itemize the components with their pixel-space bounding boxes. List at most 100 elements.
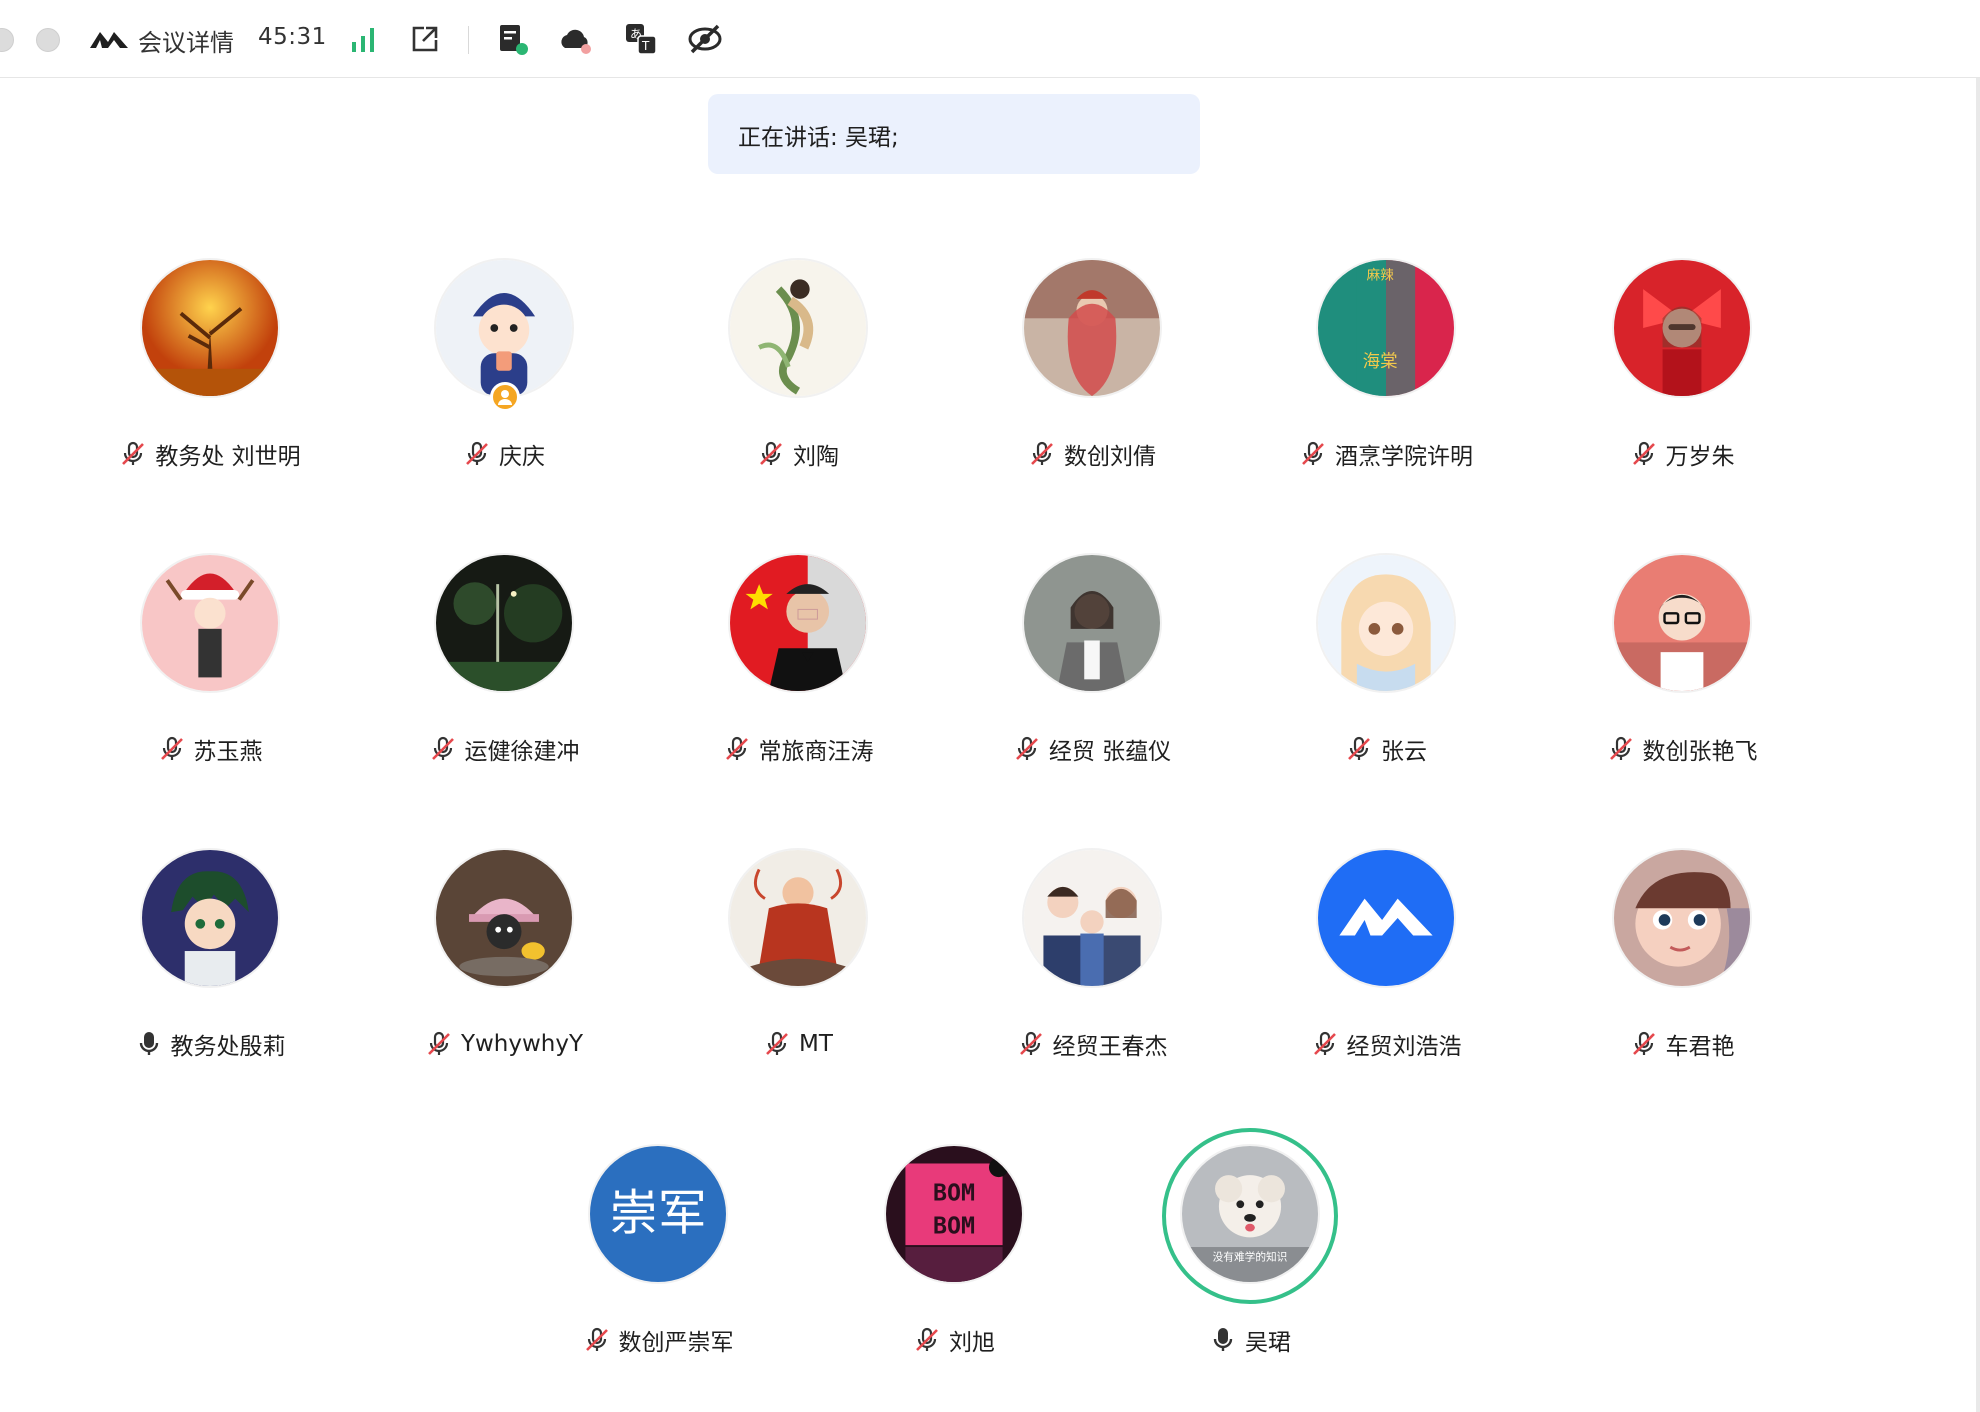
speaking-indicator-ring: [1162, 1128, 1338, 1304]
microphone-muted-icon: [723, 735, 751, 763]
participant-name: 酒烹学院许明: [1335, 444, 1473, 470]
participant-name-row: 万岁朱: [1552, 436, 1812, 472]
participant-name-row: 数创刘倩: [962, 436, 1222, 472]
participant-name: 刘旭: [949, 1330, 995, 1356]
svg-text:BOM: BOM: [933, 1212, 975, 1239]
participant-name-row: 刘陶: [668, 436, 928, 472]
microphone-on-icon: [1209, 1326, 1237, 1354]
participant-tile[interactable]: 数创张艳飞: [1552, 553, 1812, 773]
participant-tile[interactable]: 张云: [1256, 553, 1516, 773]
participant-tile[interactable]: BOM BOM 刘旭: [824, 1144, 1084, 1364]
document-icon[interactable]: [494, 20, 532, 58]
participant-name: MT: [799, 1031, 833, 1057]
window-minimize-button[interactable]: [36, 28, 60, 52]
participant-name-row: 车君艳: [1552, 1026, 1812, 1062]
participant-name: YwhywhyY: [460, 1031, 584, 1057]
participant-name-row: 庆庆: [374, 436, 634, 472]
participant-avatar[interactable]: [728, 848, 868, 988]
participant-avatar[interactable]: [1022, 258, 1162, 398]
participant-name: 刘陶: [793, 444, 839, 470]
avatar-initials: 崇军: [609, 1186, 706, 1242]
participant-tile[interactable]: YwhywhyY: [374, 848, 634, 1068]
microphone-muted-icon: [1607, 735, 1635, 763]
participant-tile[interactable]: 庆庆: [374, 258, 634, 478]
participant-name-row: 数创张艳飞: [1552, 731, 1812, 767]
meeting-details-title[interactable]: 会议详情: [138, 23, 234, 58]
participant-name-row: 刘旭: [824, 1322, 1084, 1358]
microphone-muted-icon: [463, 440, 491, 468]
cloud-record-icon[interactable]: [556, 20, 594, 58]
participant-name: 教务处 刘世明: [155, 444, 301, 470]
participant-name: 经贸 张蕴仪: [1048, 739, 1172, 765]
microphone-muted-icon: [583, 1326, 611, 1354]
microphone-muted-icon: [429, 735, 457, 763]
microphone-muted-icon: [1013, 735, 1041, 763]
participant-avatar[interactable]: [1612, 258, 1752, 398]
microphone-muted-icon: [1299, 440, 1327, 468]
participant-avatar[interactable]: [1316, 848, 1456, 988]
share-out-icon[interactable]: [406, 20, 444, 58]
participant-avatar[interactable]: [434, 553, 574, 693]
window-close-button[interactable]: [0, 28, 14, 52]
participant-avatar[interactable]: [140, 258, 280, 398]
participant-tile[interactable]: 经贸 张蕴仪: [962, 553, 1222, 773]
participant-avatar[interactable]: [1612, 553, 1752, 693]
microphone-muted-icon: [1630, 440, 1658, 468]
participant-tile[interactable]: 麻辣 海棠 酒烹学院许明: [1256, 258, 1516, 478]
participant-tile[interactable]: 万岁朱: [1552, 258, 1812, 478]
participant-tile[interactable]: 苏玉燕: [80, 553, 340, 773]
participant-name: 苏玉燕: [193, 739, 263, 765]
participant-tile[interactable]: 教务处 刘世明: [80, 258, 340, 478]
participant-tile[interactable]: 常旅商汪涛: [668, 553, 928, 773]
participant-tile[interactable]: MT: [668, 848, 928, 1068]
participant-avatar[interactable]: 麻辣 海棠: [1316, 258, 1456, 398]
translate-icon[interactable]: あT: [622, 20, 660, 58]
participant-name: 车君艳: [1665, 1034, 1735, 1060]
participant-avatar[interactable]: [434, 258, 574, 398]
participant-tile[interactable]: 数创刘倩: [962, 258, 1222, 478]
microphone-muted-icon: [119, 440, 147, 468]
microphone-muted-icon: [763, 1030, 791, 1058]
host-badge-icon: [490, 382, 520, 412]
toolbar-divider: [468, 26, 469, 54]
participant-name-row: 教务处 刘世明: [80, 436, 340, 472]
scrollbar[interactable]: [1976, 78, 1980, 1412]
participant-avatar[interactable]: 崇军: [588, 1144, 728, 1284]
hide-view-icon[interactable]: [686, 20, 724, 58]
active-speaker-banner: 正在讲话: 吴珺;: [708, 94, 1200, 174]
participant-tile[interactable]: 经贸刘浩浩: [1256, 848, 1516, 1068]
microphone-muted-icon: [1017, 1030, 1045, 1058]
participant-avatar[interactable]: [140, 848, 280, 988]
participant-name-row: 常旅商汪涛: [668, 731, 928, 767]
participant-avatar[interactable]: [1612, 848, 1752, 988]
participant-avatar[interactable]: [728, 258, 868, 398]
microphone-muted-icon: [1028, 440, 1056, 468]
signal-strength-icon[interactable]: [344, 20, 382, 58]
participant-avatar[interactable]: [728, 553, 868, 693]
participant-avatar[interactable]: [140, 553, 280, 693]
participant-avatar[interactable]: [1316, 553, 1456, 693]
participant-name: 万岁朱: [1665, 444, 1735, 470]
participant-name: 数创张艳飞: [1642, 739, 1758, 765]
participant-name-row: 教务处殷莉: [80, 1026, 340, 1062]
participant-name-row: 经贸刘浩浩: [1256, 1026, 1516, 1062]
microphone-muted-icon: [757, 440, 785, 468]
microphone-on-icon: [135, 1030, 163, 1058]
participant-tile[interactable]: 经贸王春杰: [962, 848, 1222, 1068]
participant-tile[interactable]: 车君艳: [1552, 848, 1812, 1068]
participant-name: 常旅商汪涛: [758, 739, 874, 765]
participant-tile[interactable]: 教务处殷莉: [80, 848, 340, 1068]
participant-avatar[interactable]: [1022, 848, 1162, 988]
participant-name-row: YwhywhyY: [374, 1026, 634, 1062]
svg-text:麻辣: 麻辣: [1367, 267, 1395, 283]
participant-name-row: 数创严崇军: [528, 1322, 788, 1358]
participant-tile[interactable]: 崇军 数创严崇军: [528, 1144, 788, 1364]
participant-name: 运健徐建冲: [464, 739, 580, 765]
meeting-logo-icon: [88, 26, 132, 52]
meeting-timer: 45:31: [258, 24, 327, 50]
participant-avatar[interactable]: [1022, 553, 1162, 693]
participant-tile[interactable]: 运健徐建冲: [374, 553, 634, 773]
participant-avatar[interactable]: BOM BOM: [884, 1144, 1024, 1284]
participant-tile[interactable]: 刘陶: [668, 258, 928, 478]
participant-avatar[interactable]: [434, 848, 574, 988]
